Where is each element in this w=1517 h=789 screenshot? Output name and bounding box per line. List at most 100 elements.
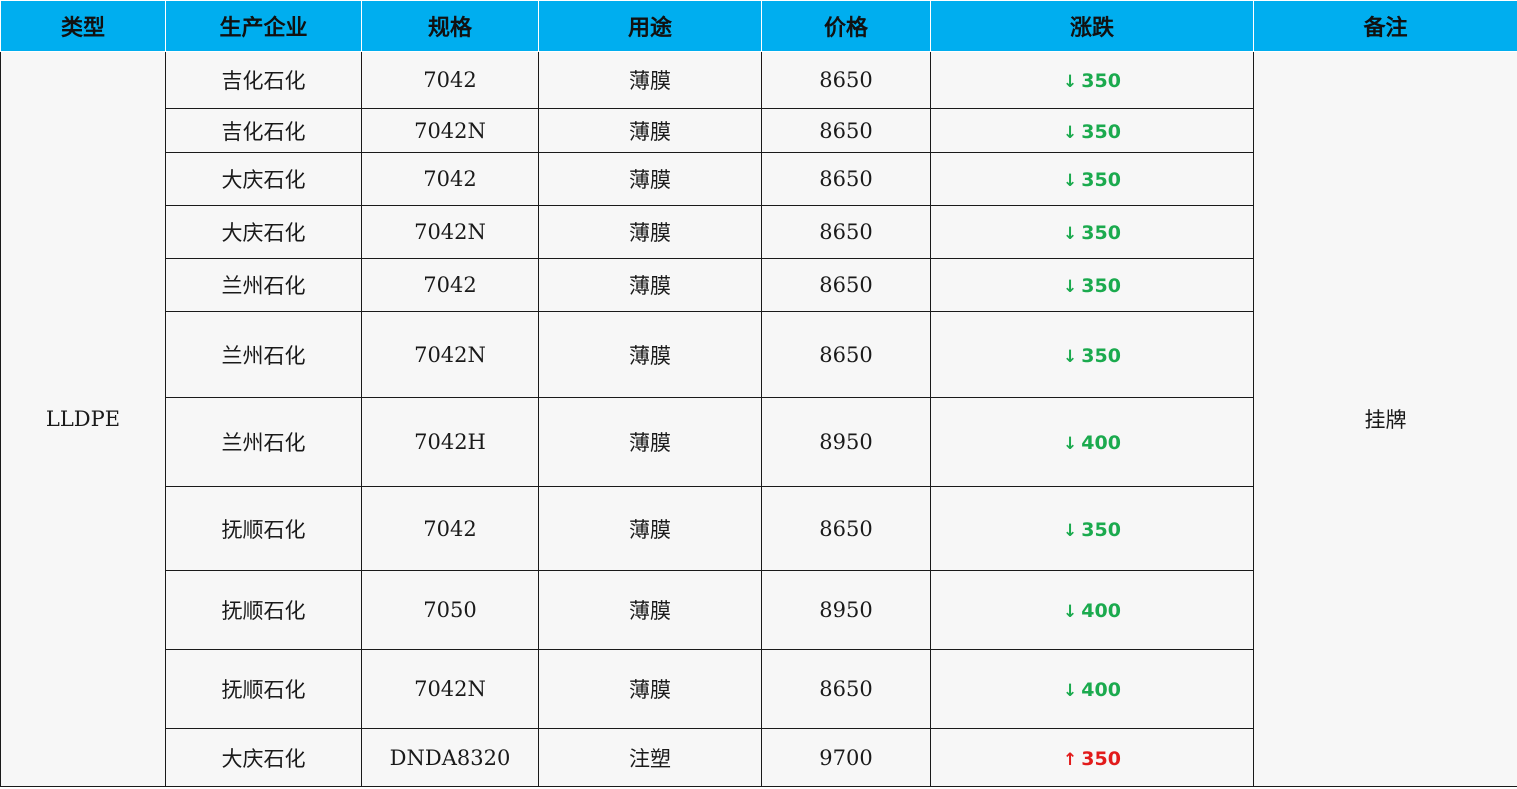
change-value: ↓ 350	[1063, 519, 1121, 541]
arrow-down-icon: ↓	[1063, 72, 1078, 92]
note-cell: 挂牌	[1253, 51, 1517, 787]
change-amount: 400	[1081, 600, 1121, 622]
spec-cell: DNDA8320	[361, 728, 539, 787]
price-table: 类型 生产企业 规格 用途 价格 涨跌 备注 LLDPE 吉化石化 7042 薄膜 86…	[0, 0, 1517, 787]
arrow-down-icon: ↓	[1063, 224, 1078, 244]
use-cell: 薄膜	[538, 108, 762, 153]
price-cell: 8950	[761, 397, 931, 487]
price-cell: 8650	[761, 108, 931, 153]
change-value: ↓ 400	[1063, 432, 1121, 454]
change-cell: ↓ 350	[930, 51, 1254, 109]
arrow-down-icon: ↓	[1063, 520, 1078, 541]
company-cell: 兰州石化	[165, 311, 362, 398]
change-value: ↓ 350	[1063, 70, 1121, 92]
use-cell: 薄膜	[538, 570, 762, 650]
header-company: 生产企业	[165, 0, 362, 52]
price-cell: 8950	[761, 570, 931, 650]
change-value: ↓ 350	[1063, 345, 1121, 367]
price-cell: 8650	[761, 486, 931, 571]
arrow-down-icon: ↓	[1063, 171, 1078, 191]
header-use: 用途	[538, 0, 762, 52]
change-amount: 400	[1081, 679, 1121, 701]
arrow-down-icon: ↓	[1063, 434, 1078, 454]
header-row: 类型 生产企业 规格 用途 价格 涨跌 备注	[0, 0, 1517, 52]
company-cell: 抚顺石化	[165, 486, 362, 571]
use-cell: 薄膜	[538, 205, 762, 259]
table-row: LLDPE 吉化石化 7042 薄膜 8650 ↓ 350 挂牌	[0, 51, 1517, 787]
arrow-down-icon: ↓	[1063, 346, 1078, 367]
change-cell: ↓ 350	[930, 486, 1254, 571]
spec-cell: 7042N	[361, 311, 539, 398]
header-spec: 规格	[361, 0, 539, 52]
spec-cell: 7042N	[361, 649, 539, 729]
use-cell: 薄膜	[538, 397, 762, 487]
company-cell: 抚顺石化	[165, 649, 362, 729]
price-cell: 8650	[761, 51, 931, 109]
price-cell: 8650	[761, 205, 931, 259]
change-cell: ↓ 350	[930, 152, 1254, 206]
arrow-down-icon: ↓	[1063, 122, 1078, 143]
company-cell: 兰州石化	[165, 397, 362, 487]
use-cell: 薄膜	[538, 486, 762, 571]
change-amount: 350	[1081, 222, 1121, 244]
spec-cell: 7042	[361, 51, 539, 109]
change-cell: ↓ 350	[930, 205, 1254, 259]
change-value: ↓ 400	[1063, 679, 1121, 701]
arrow-up-icon: ↑	[1063, 749, 1078, 770]
company-cell: 大庆石化	[165, 728, 362, 787]
spec-cell: 7042	[361, 486, 539, 571]
change-cell: ↓ 350	[930, 258, 1254, 312]
price-cell: 8650	[761, 152, 931, 206]
use-cell: 薄膜	[538, 258, 762, 312]
change-cell: ↓ 350	[930, 311, 1254, 398]
header-price: 价格	[761, 0, 931, 52]
use-cell: 薄膜	[538, 649, 762, 729]
header-type: 类型	[0, 0, 166, 52]
change-cell: ↓ 350	[930, 108, 1254, 153]
change-amount: 350	[1081, 344, 1121, 367]
company-cell: 兰州石化	[165, 258, 362, 312]
use-cell: 薄膜	[538, 311, 762, 398]
use-cell: 薄膜	[538, 51, 762, 109]
change-cell: ↓ 400	[930, 397, 1254, 487]
spec-cell: 7042H	[361, 397, 539, 487]
change-amount: 350	[1081, 747, 1121, 770]
company-cell: 大庆石化	[165, 152, 362, 206]
company-cell: 吉化石化	[165, 108, 362, 153]
change-value: ↑ 350	[1063, 748, 1121, 770]
change-amount: 350	[1081, 120, 1121, 143]
change-value: ↓ 400	[1063, 600, 1121, 622]
change-value: ↓ 350	[1063, 169, 1121, 191]
price-cell: 9700	[761, 728, 931, 787]
spec-cell: 7042N	[361, 205, 539, 259]
use-cell: 注塑	[538, 728, 762, 787]
change-amount: 350	[1081, 275, 1121, 297]
price-cell: 8650	[761, 311, 931, 398]
change-cell: ↓ 400	[930, 570, 1254, 650]
spec-cell: 7042	[361, 258, 539, 312]
change-value: ↓ 350	[1063, 275, 1121, 297]
arrow-down-icon: ↓	[1063, 277, 1078, 297]
change-value: ↓ 350	[1063, 222, 1121, 244]
header-note: 备注	[1253, 0, 1517, 52]
price-cell: 8650	[761, 258, 931, 312]
change-cell: ↑ 350	[930, 728, 1254, 787]
spec-cell: 7050	[361, 570, 539, 650]
company-cell: 吉化石化	[165, 51, 362, 109]
arrow-down-icon: ↓	[1063, 681, 1078, 701]
change-amount: 350	[1081, 70, 1121, 92]
change-amount: 400	[1081, 432, 1121, 454]
price-cell: 8650	[761, 649, 931, 729]
type-cell: LLDPE	[0, 51, 166, 787]
arrow-down-icon: ↓	[1063, 602, 1078, 622]
spec-cell: 7042	[361, 152, 539, 206]
change-cell: ↓ 400	[930, 649, 1254, 729]
change-amount: 350	[1081, 518, 1121, 541]
use-cell: 薄膜	[538, 152, 762, 206]
change-value: ↓ 350	[1063, 121, 1121, 143]
header-change: 涨跌	[930, 0, 1254, 52]
change-amount: 350	[1081, 169, 1121, 191]
company-cell: 抚顺石化	[165, 570, 362, 650]
spec-cell: 7042N	[361, 108, 539, 153]
company-cell: 大庆石化	[165, 205, 362, 259]
